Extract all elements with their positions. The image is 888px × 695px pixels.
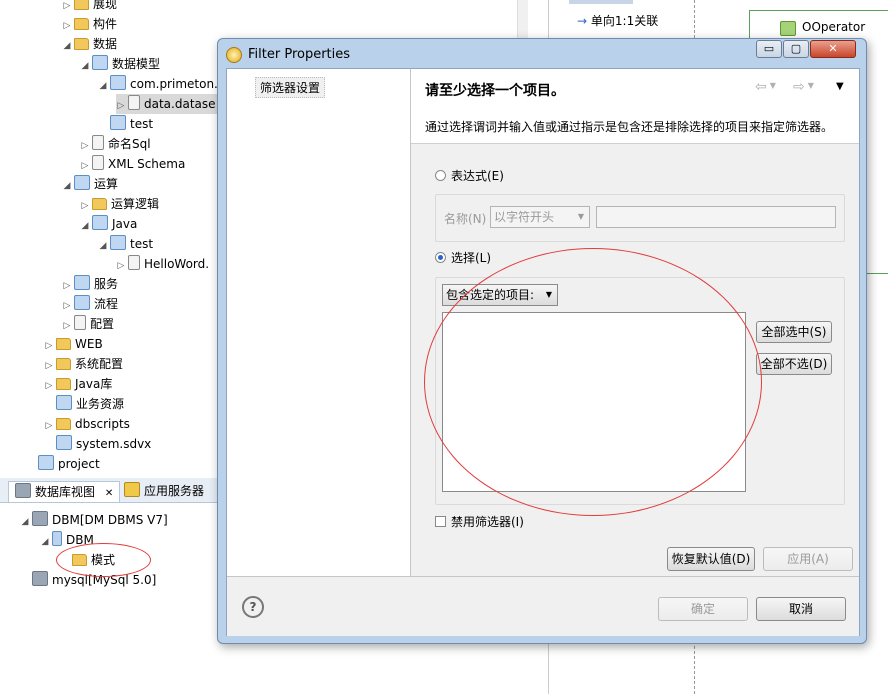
- tree-item[interactable]: ◢ 运算: [62, 174, 118, 194]
- editor-tab-strip: [569, 0, 633, 4]
- logic-icon: [74, 175, 90, 190]
- tree-item[interactable]: ▷ 流程: [62, 294, 118, 314]
- ok-button[interactable]: 确定: [658, 597, 748, 621]
- folder-icon: [74, 18, 89, 30]
- tree-item[interactable]: ▷ 系统配置: [44, 354, 123, 374]
- folder-icon: [56, 418, 71, 430]
- folder-icon: [74, 0, 89, 10]
- page-header: 请至少选择一个项目。 ⇦ ▼ ⇨ ▼ ▼ 通过选择谓词并输入值或通过指示是包含还是排…: [411, 69, 859, 144]
- system-file-icon: [56, 435, 72, 450]
- operator-icon: [780, 21, 796, 36]
- db-instance-icon: [52, 531, 62, 546]
- name-label: 名称(N): [444, 212, 487, 226]
- preference-nav: 筛选器设置: [227, 69, 411, 576]
- database-icon: [15, 483, 31, 498]
- arrow-icon: →: [577, 14, 588, 28]
- tree-item[interactable]: ▷ 命名Sql: [80, 134, 151, 154]
- flow-icon: [74, 295, 90, 310]
- sql-icon: [92, 135, 104, 150]
- tree-item[interactable]: ▷ dbscripts: [44, 414, 130, 434]
- tree-item[interactable]: ◢ test: [98, 234, 153, 254]
- db-tree-item[interactable]: ◢ DBM[DM DBMS V7]: [20, 510, 168, 530]
- database-icon: [32, 571, 48, 586]
- tree-item[interactable]: system.sdvx: [44, 434, 151, 454]
- back-arrow-icon[interactable]: ⇦ ▼: [755, 79, 776, 95]
- deselect-all-button[interactable]: 全部不选(D): [756, 353, 832, 375]
- dataset-file-icon: [128, 95, 140, 110]
- cancel-button[interactable]: 取消: [756, 597, 846, 621]
- tree-item[interactable]: ▷ Java库: [44, 374, 113, 394]
- web-folder-icon: [56, 338, 71, 350]
- tree-item[interactable]: 业务资源: [44, 394, 124, 414]
- restore-defaults-button[interactable]: 恢复默认值(D): [667, 547, 755, 571]
- package-icon: [110, 75, 126, 90]
- tree-item[interactable]: ▷ XML Schema: [80, 154, 185, 174]
- java-file-icon: [128, 255, 140, 270]
- tree-item[interactable]: test: [98, 114, 153, 134]
- apply-button[interactable]: 应用(A): [763, 547, 853, 571]
- tree-item[interactable]: ◢ 数据模型: [80, 54, 160, 74]
- help-icon[interactable]: ?: [242, 596, 264, 618]
- nav-item-filter-settings[interactable]: 筛选器设置: [255, 77, 326, 98]
- package-icon: [110, 115, 126, 130]
- tree-item[interactable]: ▷ 构件: [62, 14, 117, 34]
- disable-filter-checkbox[interactable]: [435, 516, 446, 527]
- page-heading: 请至少选择一个项目。: [425, 83, 565, 99]
- dialog-title: Filter Properties: [248, 47, 351, 62]
- expression-label: 表达式(E): [451, 169, 504, 183]
- select-all-button[interactable]: 全部选中(S): [756, 321, 832, 343]
- config-icon: [74, 315, 86, 330]
- tab-app-server[interactable]: 应用服务器: [118, 481, 210, 501]
- data-model-icon: [92, 55, 108, 70]
- view-menu-icon[interactable]: ▼: [836, 81, 844, 92]
- minimize-button[interactable]: ▭: [756, 40, 782, 58]
- resource-icon: [56, 395, 72, 410]
- tree-item[interactable]: project: [26, 454, 100, 474]
- tree-item[interactable]: ▷ 展现: [62, 0, 117, 14]
- tree-item[interactable]: ▷ 运算逻辑: [80, 194, 159, 214]
- tree-item[interactable]: ▷ 服务: [62, 274, 118, 294]
- tree-item[interactable]: ▷ 配置: [62, 314, 114, 334]
- folder-icon: [56, 358, 71, 370]
- database-icon: [32, 511, 48, 526]
- disable-filter-label: 禁用筛选器(I): [451, 515, 524, 529]
- close-button[interactable]: ✕: [810, 40, 856, 58]
- dialog-button-bar: ? 确定 取消: [227, 576, 859, 636]
- java-icon: [92, 215, 108, 230]
- tree-item-selected[interactable]: ▷ data.datase: [116, 94, 220, 114]
- chevron-down-icon: ▼: [577, 212, 584, 221]
- name-combo[interactable]: 以字符开头 ▼: [490, 206, 590, 228]
- app-icon: [226, 47, 242, 63]
- project-icon: [38, 455, 54, 470]
- annotation-circle-list: [424, 248, 762, 516]
- name-value-input[interactable]: [596, 206, 836, 228]
- folder-icon: [92, 198, 107, 210]
- schema-icon: [92, 155, 104, 170]
- page-description: 通过选择谓词并输入值或通过指示是包含还是排除选择的项目来指定筛选器。: [425, 120, 834, 134]
- tree-item[interactable]: ◢ 数据: [62, 34, 117, 54]
- tree-item[interactable]: ◢ Java: [80, 214, 137, 234]
- service-icon: [74, 275, 90, 290]
- relation-item[interactable]: → 单向1:1关联: [577, 12, 658, 29]
- close-icon[interactable]: ✕: [105, 488, 113, 499]
- tree-item[interactable]: ◢ com.primeton.: [98, 74, 218, 94]
- server-icon: [124, 482, 140, 497]
- select-radio[interactable]: [435, 252, 446, 263]
- maximize-button[interactable]: ▢: [783, 40, 809, 58]
- package-icon: [110, 235, 126, 250]
- library-icon: [56, 378, 71, 390]
- expression-radio[interactable]: [435, 170, 446, 181]
- annotation-circle-schema: [56, 543, 151, 577]
- tree-item[interactable]: ▷ WEB: [44, 334, 103, 354]
- expression-group: 名称(N) 以字符开头 ▼: [435, 194, 845, 242]
- select-label: 选择(L): [451, 251, 492, 265]
- forward-arrow-icon[interactable]: ⇨ ▼: [793, 79, 814, 95]
- folder-icon: [74, 38, 89, 50]
- tree-item[interactable]: ▷ HelloWord.: [116, 254, 209, 274]
- tab-database-view[interactable]: 数据库视图 ✕: [8, 481, 121, 502]
